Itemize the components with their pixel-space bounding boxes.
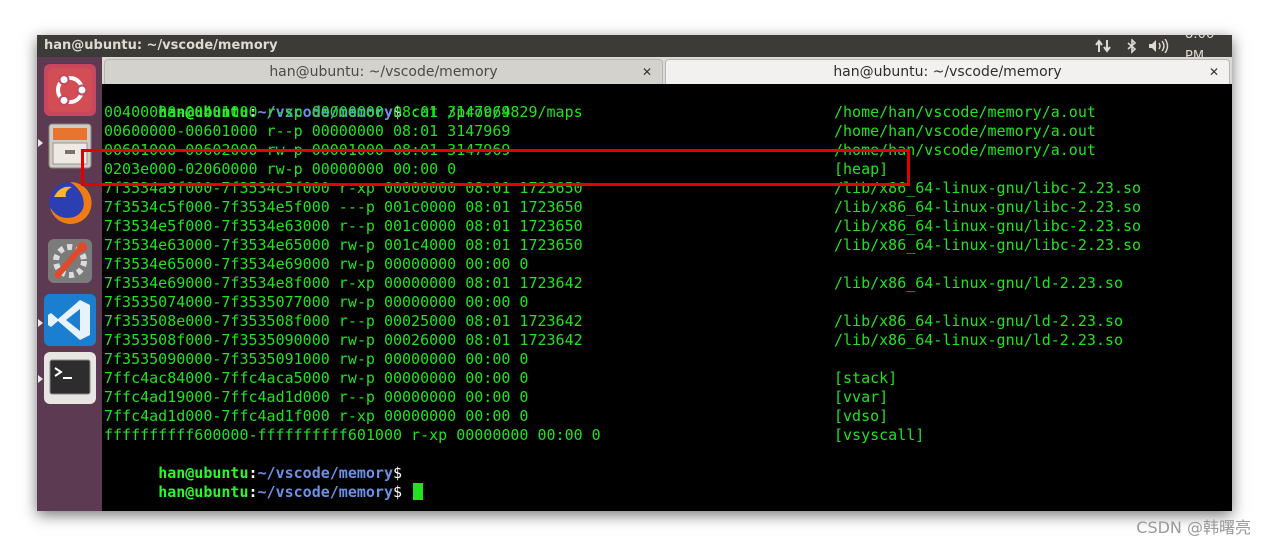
maps-line: 7f3534e5f000-7f3534e63000 r--p 001c0000 … — [104, 217, 583, 235]
maps-path: /lib/x86_64-linux-gnu/libc-2.23.so — [834, 236, 1142, 254]
maps-line: 7f3534e65000-7f3534e69000 rw-p 00000000 … — [104, 255, 529, 273]
vscode-icon[interactable] — [44, 294, 96, 346]
command-line: han@ubuntu:~/vscode/memory$ cat /proc/48… — [104, 84, 582, 121]
maps-line: 7f3535074000-7f3535077000 rw-p 00000000 … — [104, 293, 529, 311]
running-indicator — [38, 139, 43, 147]
prompt-separator: : — [248, 483, 258, 501]
watermark: CSDN @韩曙亮 — [1136, 518, 1251, 537]
prompt-user: han@ubuntu — [158, 483, 249, 501]
maps-path: [stack] — [834, 369, 898, 387]
maps-line: 7f3534e63000-7f3534e65000 rw-p 001c4000 … — [104, 236, 583, 254]
prompt-sign: $ — [393, 483, 403, 501]
running-indicator — [38, 319, 43, 327]
tab-terminal-1[interactable]: han@ubuntu: ~/vscode/memory ✕ — [104, 59, 663, 84]
text-cursor[interactable] — [413, 483, 424, 500]
terminal-icon[interactable] — [44, 352, 96, 404]
window-title: han@ubuntu: ~/vscode/memory — [44, 38, 278, 53]
ubuntu-logo-icon[interactable] — [44, 64, 96, 116]
tab-terminal-2[interactable]: han@ubuntu: ~/vscode/memory ✕ — [665, 59, 1230, 84]
maps-line: 7f3535090000-7f3535091000 rw-p 00000000 … — [104, 350, 529, 368]
maps-line: 00400000-00401000 r-xp 00000000 08:01 31… — [104, 103, 511, 121]
top-panel: han@ubuntu: ~/vscode/memory 8:06 PM — [37, 35, 1232, 64]
prompt-line: han@ubuntu:~/vscode/memory$ — [104, 464, 424, 501]
prompt-directory: ~/vscode/memory — [257, 483, 393, 501]
maps-line: 7f3534e69000-7f3534e8f000 r-xp 00000000 … — [104, 274, 583, 292]
prompt-line: han@ubuntu:~/vscode/memory$ — [104, 445, 402, 482]
maps-line: 7ffc4ad19000-7ffc4ad1d000 r--p 00000000 … — [104, 388, 529, 406]
settings-wrench-icon[interactable] — [44, 235, 96, 287]
maps-path: /home/han/vscode/memory/a.out — [834, 103, 1096, 121]
clock-time[interactable]: 8:06 PM — [1185, 35, 1232, 64]
maps-path: [vsyscall] — [834, 426, 925, 444]
maps-line: ffffffffff600000-ffffffffff601000 r-xp 0… — [104, 426, 601, 444]
maps-line: 7f3534c5f000-7f3534e5f000 ---p 001c0000 … — [104, 198, 583, 216]
launcher-sidebar — [37, 57, 102, 511]
tab-label: han@ubuntu: ~/vscode/memory — [833, 64, 1062, 80]
maps-line: 7f353508f000-7f3535090000 rw-p 00026000 … — [104, 331, 583, 349]
tab-label: han@ubuntu: ~/vscode/memory — [269, 64, 498, 80]
maps-line: 7ffc4ad1d000-7ffc4ad1f000 r-xp 00000000 … — [104, 407, 529, 425]
maps-path: /lib/x86_64-linux-gnu/libc-2.23.so — [834, 217, 1142, 235]
volume-icon[interactable] — [1148, 35, 1170, 57]
maps-path: [vdso] — [834, 407, 889, 425]
network-arrows-icon[interactable] — [1095, 35, 1113, 57]
maps-line: 00600000-00601000 r--p 00000000 08:01 31… — [104, 122, 511, 140]
close-icon[interactable]: ✕ — [642, 60, 652, 85]
maps-path: /lib/x86_64-linux-gnu/ld-2.23.so — [834, 312, 1123, 330]
heap-highlight-box — [81, 149, 910, 186]
bluetooth-icon[interactable] — [1127, 35, 1137, 57]
maps-path: /lib/x86_64-linux-gnu/ld-2.23.so — [834, 274, 1123, 292]
maps-line: 7ffc4ac84000-7ffc4aca5000 rw-p 00000000 … — [104, 369, 529, 387]
close-icon[interactable]: ✕ — [1209, 60, 1219, 85]
tab-bar: han@ubuntu: ~/vscode/memory ✕ han@ubuntu… — [102, 57, 1232, 84]
maps-line: 7f353508e000-7f353508f000 r--p 00025000 … — [104, 312, 583, 330]
maps-path: /home/han/vscode/memory/a.out — [834, 122, 1096, 140]
maps-path: [vvar] — [834, 388, 889, 406]
desktop-screen: han@ubuntu: ~/vscode/memory 8:06 PM — [37, 35, 1232, 511]
maps-path: /lib/x86_64-linux-gnu/libc-2.23.so — [834, 198, 1142, 216]
maps-path: /lib/x86_64-linux-gnu/ld-2.23.so — [834, 331, 1123, 349]
running-indicator — [38, 375, 43, 383]
